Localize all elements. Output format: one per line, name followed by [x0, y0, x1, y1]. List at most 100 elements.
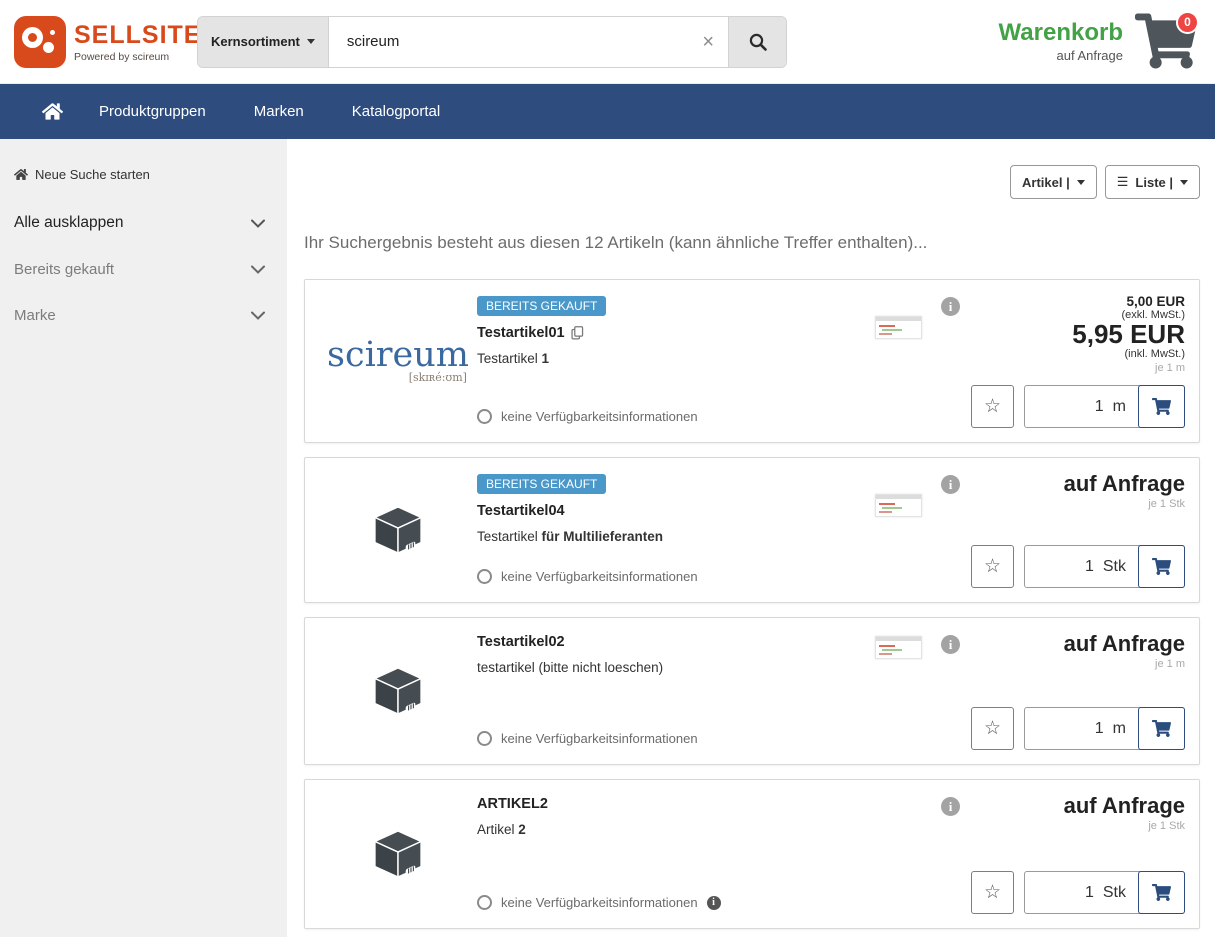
scireum-logo-text: scireum — [327, 338, 469, 373]
quantity-unit: Stk — [1103, 558, 1126, 576]
home-icon — [42, 102, 63, 121]
search-button[interactable] — [728, 17, 786, 67]
liste-button-label: Liste | — [1135, 175, 1173, 190]
price-incl: 5,95 EUR — [1072, 321, 1185, 348]
info-icon[interactable]: i — [941, 297, 960, 316]
availability-label: keine Verfügbarkeitsinformationen — [501, 895, 698, 910]
product-image[interactable] — [319, 632, 477, 750]
availability-indicator-icon — [477, 895, 492, 910]
quantity-group: Stk — [1024, 545, 1185, 588]
status-badge: BEREITS GEKAUFT — [477, 474, 606, 494]
product-description: Testartikel 1 — [477, 351, 875, 366]
star-icon: ☆ — [984, 881, 1001, 904]
per-unit-note: je 1 Stk — [1064, 498, 1185, 510]
product-thumbnail[interactable] — [875, 316, 922, 339]
results-area: Artikel | ☰ Liste | Ihr Suchergebnis bes… — [287, 139, 1215, 937]
favorite-button[interactable]: ☆ — [971, 545, 1014, 588]
price-block: auf Anfrage je 1 m — [1064, 632, 1185, 670]
filter-bereits-gekauft[interactable]: Bereits gekauft — [12, 261, 275, 278]
search-category-dropdown[interactable]: Kernsortiment — [198, 17, 329, 67]
per-unit-note: je 1 Stk — [1064, 820, 1185, 832]
chevron-down-icon — [1077, 180, 1085, 185]
availability-info-icon[interactable]: i — [707, 896, 721, 910]
search-input[interactable] — [329, 17, 728, 67]
product-image[interactable] — [319, 472, 477, 588]
availability-status: keine Verfügbarkeitsinformationen i — [477, 895, 875, 914]
add-to-cart-button[interactable] — [1138, 871, 1185, 914]
quantity-group: m — [1024, 385, 1185, 428]
chevron-down-icon — [251, 311, 265, 320]
artikel-dropdown-button[interactable]: Artikel | — [1010, 165, 1097, 199]
price-incl-note: (inkl. MwSt.) — [1072, 348, 1185, 360]
availability-label: keine Verfügbarkeitsinformationen — [501, 731, 698, 746]
availability-status: keine Verfügbarkeitsinformationen — [477, 409, 875, 428]
filter-marke[interactable]: Marke — [12, 307, 275, 324]
sellsite-logo[interactable]: SELLSITE Powered by scireum — [14, 16, 184, 68]
cart-icon — [1152, 558, 1171, 575]
search-icon — [748, 32, 768, 52]
header: SELLSITE Powered by scireum Kernsortimen… — [0, 0, 1215, 84]
results-toolbar: Artikel | ☰ Liste | — [304, 165, 1200, 199]
artikel-button-label: Artikel | — [1022, 175, 1070, 190]
cart-button[interactable]: Warenkorb auf Anfrage 0 — [999, 13, 1197, 71]
add-to-cart-button[interactable] — [1138, 707, 1185, 750]
chevron-down-icon — [251, 265, 265, 274]
nav-item-katalogportal[interactable]: Katalogportal — [328, 103, 464, 120]
product-title[interactable]: Testartikel02 — [477, 634, 565, 650]
quantity-input[interactable] — [1064, 884, 1094, 902]
clear-search-icon[interactable]: × — [702, 32, 714, 52]
product-title[interactable]: Testartikel04 — [477, 503, 565, 519]
quantity-input[interactable] — [1074, 398, 1104, 416]
filter-sidebar: Neue Suche starten Alle ausklappen Berei… — [0, 139, 287, 937]
info-icon[interactable]: i — [941, 635, 960, 654]
cart-count-badge: 0 — [1176, 11, 1199, 34]
availability-indicator-icon — [477, 569, 492, 584]
cart-icon — [1152, 720, 1171, 737]
product-title[interactable]: ARTIKEL2 — [477, 796, 548, 812]
availability-indicator-icon — [477, 731, 492, 746]
quantity-group: m — [1024, 707, 1185, 750]
info-icon[interactable]: i — [941, 475, 960, 494]
favorite-button[interactable]: ☆ — [971, 871, 1014, 914]
availability-status: keine Verfügbarkeitsinformationen — [477, 731, 875, 750]
quantity-input[interactable] — [1064, 558, 1094, 576]
home-icon — [14, 168, 28, 181]
new-search-link[interactable]: Neue Suche starten — [12, 167, 275, 182]
quantity-input[interactable] — [1074, 720, 1104, 738]
expand-all-toggle[interactable]: Alle ausklappen — [12, 214, 275, 232]
nav-item-produktgruppen[interactable]: Produktgruppen — [75, 103, 230, 120]
per-unit-note: je 1 m — [1064, 658, 1185, 670]
nav-item-marken[interactable]: Marken — [230, 103, 328, 120]
price-on-request: auf Anfrage — [1064, 794, 1185, 818]
info-icon[interactable]: i — [941, 797, 960, 816]
search-bar: Kernsortiment × — [197, 16, 787, 68]
brand-tagline: Powered by scireum — [74, 51, 201, 63]
liste-view-dropdown-button[interactable]: ☰ Liste | — [1105, 165, 1200, 199]
product-card: BEREITS GEKAUFT Testartikel04 Testartike… — [304, 457, 1200, 603]
product-description: Testartikel für Multilieferanten — [477, 529, 875, 544]
filter-label: Bereits gekauft — [14, 261, 114, 278]
filter-label: Marke — [14, 307, 56, 324]
chevron-down-icon — [251, 219, 265, 228]
add-to-cart-button[interactable] — [1138, 545, 1185, 588]
nav-home-button[interactable] — [30, 102, 75, 121]
product-card: Testartikel02 testartikel (bitte nicht l… — [304, 617, 1200, 765]
product-thumbnail[interactable] — [875, 494, 922, 517]
product-thumbnail[interactable] — [875, 636, 922, 659]
price-on-request: auf Anfrage — [1064, 472, 1185, 496]
product-image[interactable]: scireum [skɪʀé:ʊm] — [319, 294, 477, 428]
favorite-button[interactable]: ☆ — [971, 707, 1014, 750]
product-title[interactable]: Testartikel01 — [477, 325, 565, 341]
cart-sublabel: auf Anfrage — [999, 48, 1123, 63]
product-card: ARTIKEL2 Artikel 2 keine Verfügbarkeitsi… — [304, 779, 1200, 929]
add-to-cart-button[interactable] — [1138, 385, 1185, 428]
availability-label: keine Verfügbarkeitsinformationen — [501, 569, 698, 584]
favorite-button[interactable]: ☆ — [971, 385, 1014, 428]
product-image[interactable] — [319, 794, 477, 914]
cart-icon — [1152, 884, 1171, 901]
list-icon: ☰ — [1117, 174, 1129, 190]
expand-all-label: Alle ausklappen — [14, 214, 123, 232]
product-description: testartikel (bitte nicht loeschen) — [477, 660, 875, 675]
sellsite-logo-icon — [14, 16, 66, 68]
copy-icon[interactable] — [571, 326, 584, 340]
